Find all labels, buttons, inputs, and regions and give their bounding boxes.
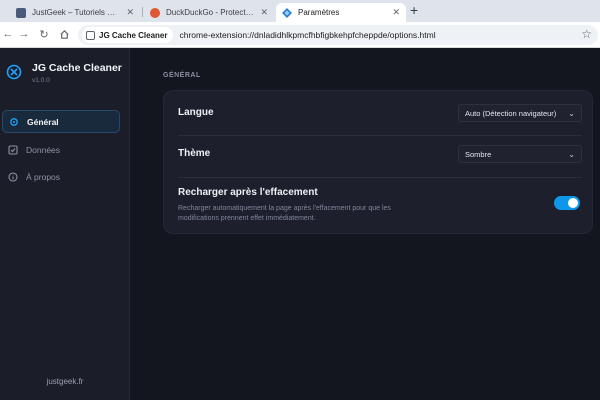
back-arrow-icon[interactable]: ← (0, 26, 16, 42)
app-logo-icon (6, 64, 22, 80)
close-icon[interactable]: ✕ (392, 7, 400, 18)
sidebar-item-general[interactable]: Général (2, 110, 120, 133)
reload-row: Recharger après l'effacement Recharger a… (178, 187, 582, 224)
sidebar: JG Cache Cleaner v1.0.0 Général Données … (0, 48, 130, 400)
tab-title: DuckDuckGo - Protection. Privacy simplif… (166, 8, 254, 17)
gear-icon (9, 117, 19, 127)
settings-card: Langue Auto (Détection navigateur) ⌄ Thè… (163, 90, 593, 234)
duckduckgo-favicon-icon (150, 7, 160, 18)
tab-separator (142, 7, 143, 17)
reload-icon[interactable]: ↻ (36, 26, 52, 42)
address-bar[interactable]: JG Cache Cleaner chrome-extension://dnla… (78, 25, 598, 45)
justgeek-favicon-icon (16, 7, 26, 18)
reload-description: Recharger automatiquement la page après … (178, 205, 391, 222)
forward-arrow-icon[interactable]: → (16, 26, 32, 42)
tab-duckduckgo[interactable]: DuckDuckGo - Protection. Privacy simplif… (144, 3, 274, 22)
divider (178, 135, 582, 136)
chevron-down-icon: ⌄ (568, 108, 575, 118)
sidebar-item-label: À propos (26, 171, 61, 182)
close-icon[interactable]: ✕ (126, 7, 134, 18)
brand: JG Cache Cleaner v1.0.0 (6, 62, 122, 84)
tab-parametres[interactable]: Paramètres ✕ (276, 3, 406, 22)
reload-toggle[interactable] (554, 196, 580, 210)
sidebar-item-label: Général (27, 116, 59, 127)
extension-chip-label: JG Cache Cleaner (99, 30, 168, 40)
sidebar-item-donnees[interactable]: Données (2, 138, 120, 161)
divider (178, 177, 582, 178)
sidebar-footer-link[interactable]: justgeek.fr (0, 377, 130, 386)
browser-toolbar: ← → ↻ JG Cache Cleaner chrome-extension:… (0, 22, 600, 48)
tab-justgeek[interactable]: JustGeek – Tutoriels Windows, Linux… ✕ (10, 3, 140, 22)
checkbox-icon (8, 144, 18, 155)
sidebar-item-label: Données (26, 144, 61, 155)
reload-label: Recharger après l'effacement (178, 187, 318, 198)
sidebar-item-a-propos[interactable]: À propos (2, 165, 120, 188)
app-version: v1.0.0 (32, 77, 50, 84)
app-name: JG Cache Cleaner (32, 62, 122, 74)
extension-icon (86, 30, 95, 40)
chevron-down-icon: ⌄ (568, 149, 575, 159)
tab-title: JustGeek – Tutoriels Windows, Linux… (32, 8, 120, 17)
extension-chip[interactable]: JG Cache Cleaner (82, 27, 174, 43)
url-text[interactable]: chrome-extension://dnladidhlkpmcfhbfigbk… (179, 30, 435, 40)
theme-select-value: Sombre (465, 149, 492, 159)
new-tab-button[interactable]: + (410, 2, 418, 18)
extension-favicon-icon (282, 7, 292, 18)
home-icon[interactable] (56, 26, 72, 42)
tab-title: Paramètres (298, 8, 340, 17)
section-title: GÉNÉRAL (163, 72, 201, 79)
language-select[interactable]: Auto (Détection navigateur) ⌄ (458, 104, 582, 122)
main-content: GÉNÉRAL Langue Auto (Détection navigateu… (131, 48, 600, 400)
close-icon[interactable]: ✕ (260, 7, 268, 18)
browser-tab-bar: JustGeek – Tutoriels Windows, Linux… ✕ D… (0, 0, 600, 22)
toggle-knob (568, 198, 578, 208)
bookmark-star-icon[interactable]: ☆ (581, 27, 592, 41)
language-select-value: Auto (Détection navigateur) (465, 108, 557, 118)
info-icon (8, 171, 18, 182)
theme-select[interactable]: Sombre ⌄ (458, 145, 582, 163)
